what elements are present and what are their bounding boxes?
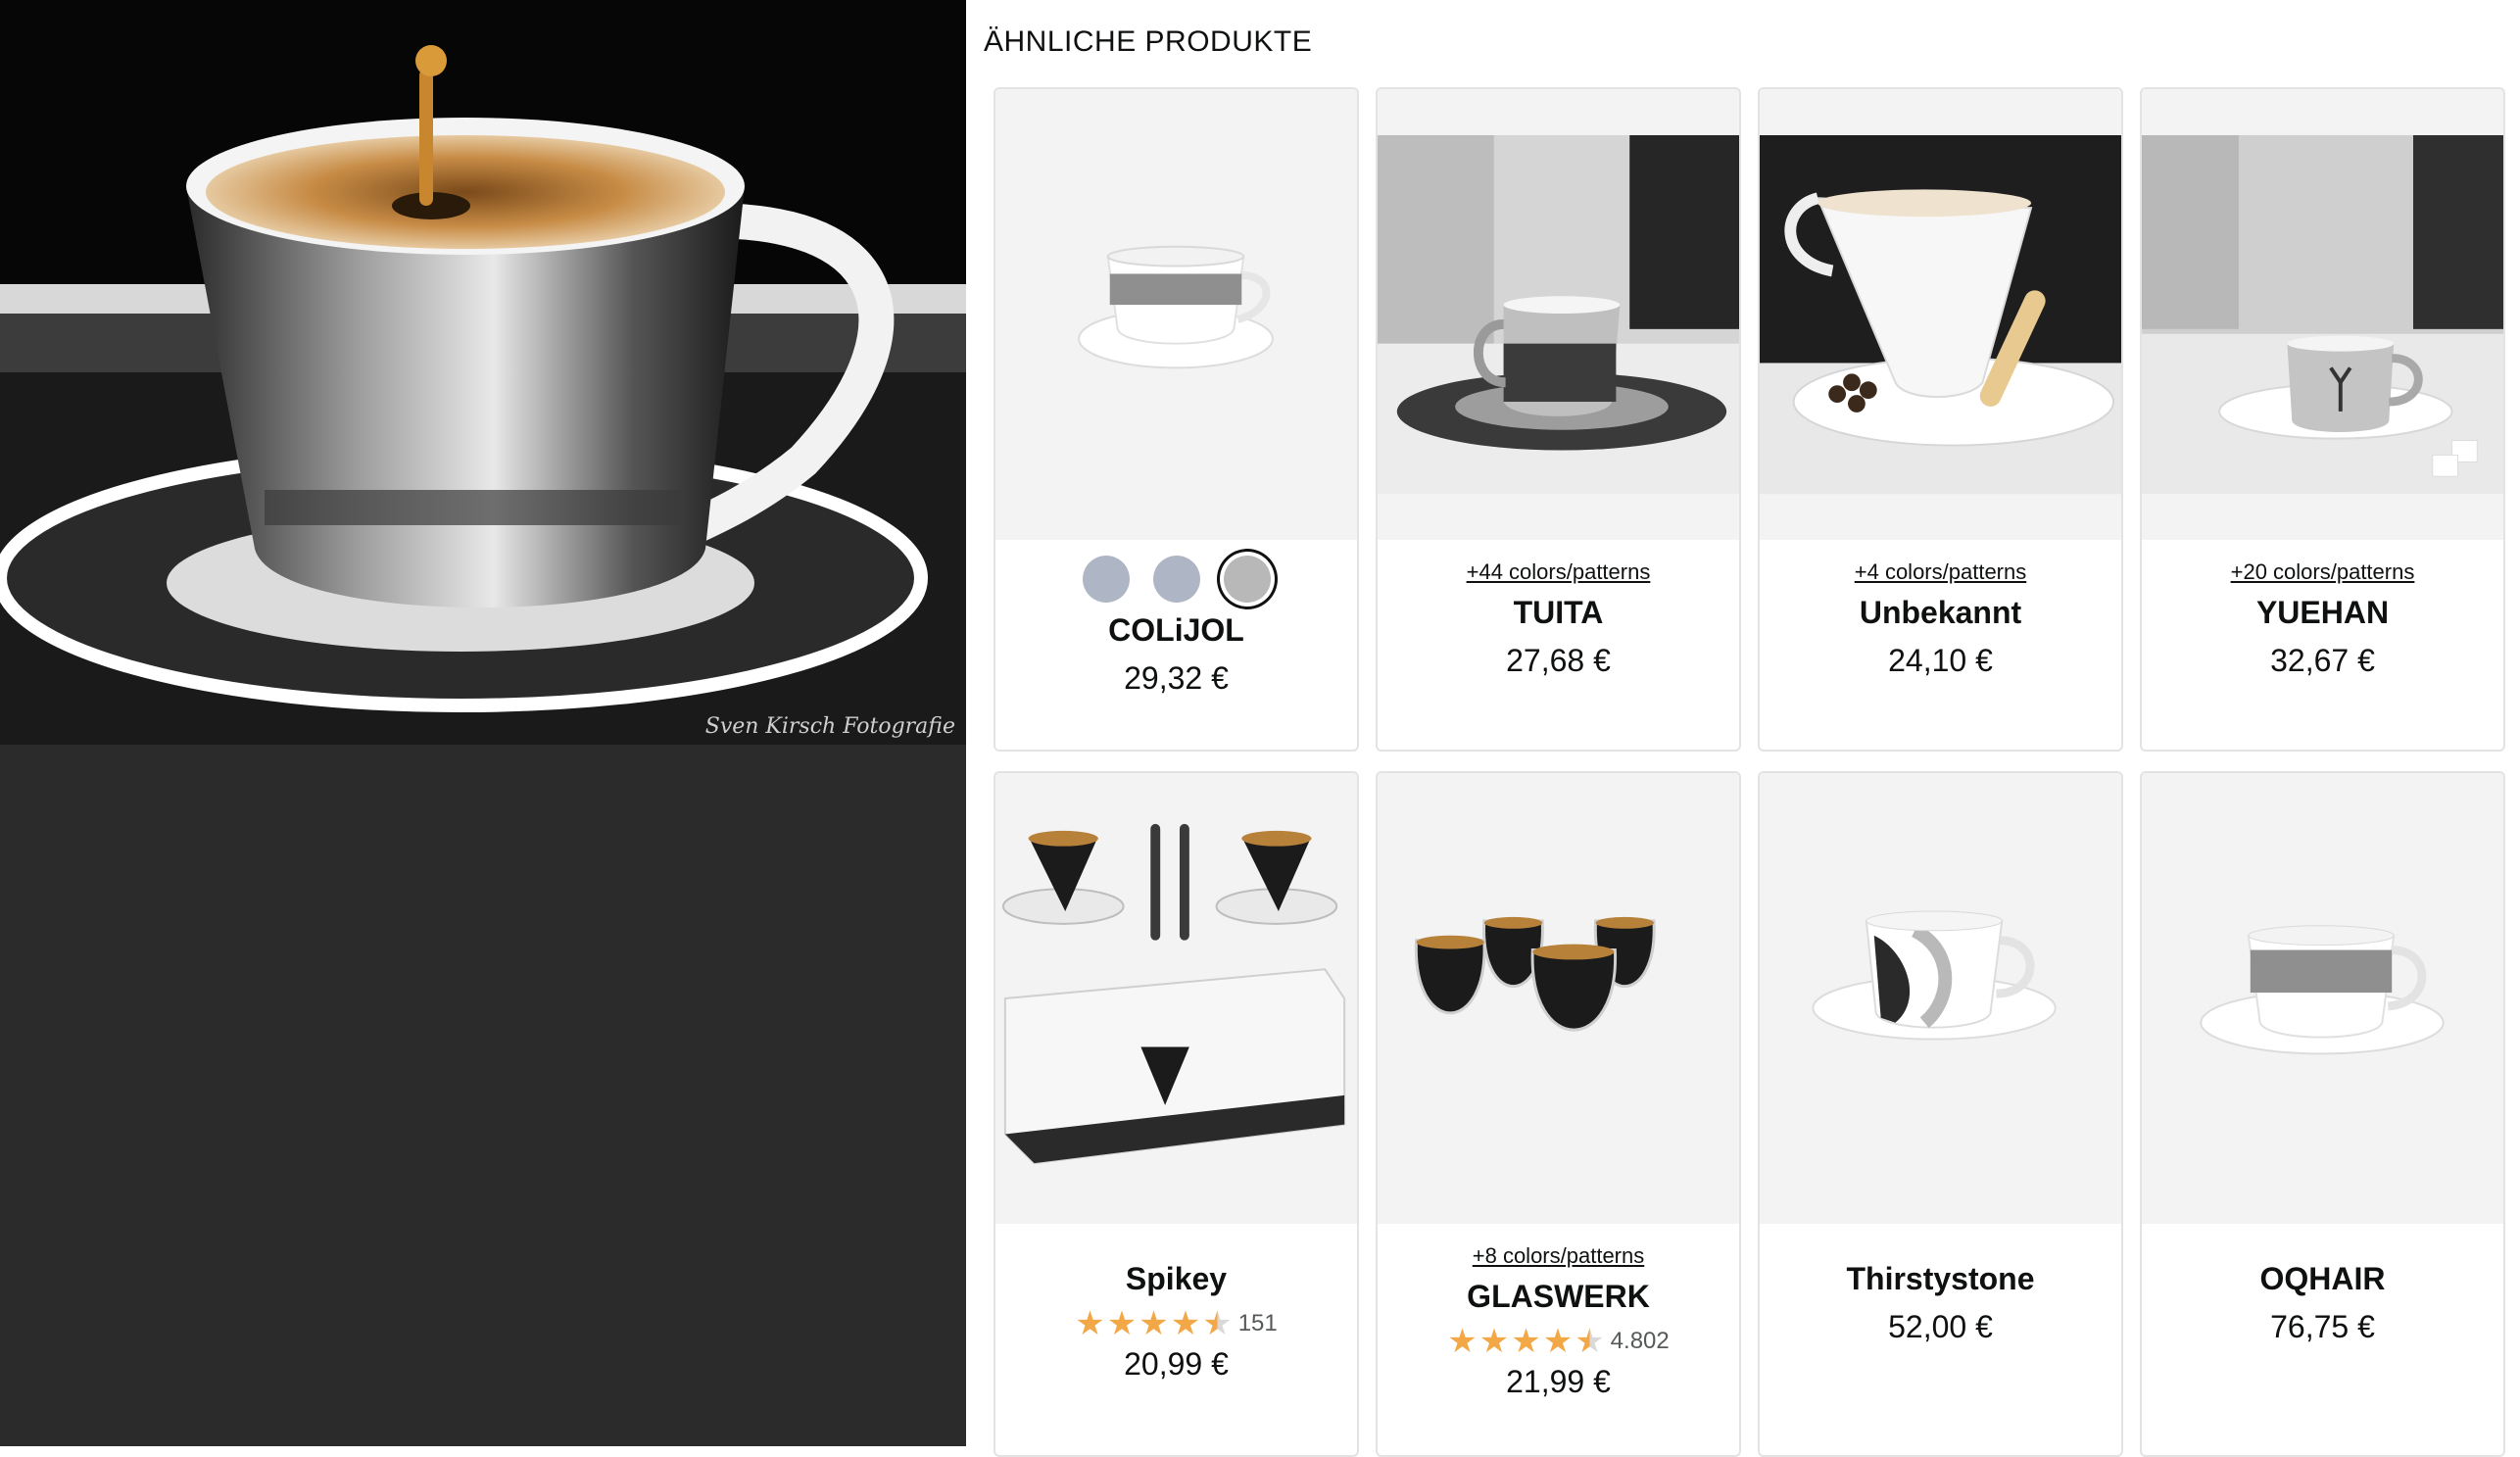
star-icon: ★ bbox=[1511, 1323, 1541, 1360]
swatch-2[interactable] bbox=[1152, 556, 1200, 603]
product-card-unbekannt[interactable]: +4 colors/patterns Unbekannt 24,10 € bbox=[1758, 87, 2123, 752]
star-icon: ★ bbox=[1478, 1323, 1510, 1360]
half-star-icon: ★ bbox=[1202, 1305, 1233, 1342]
product-brand[interactable]: GLASWERK bbox=[1378, 1279, 1739, 1315]
product-image[interactable] bbox=[1378, 773, 1739, 1224]
product-price: 24,10 € bbox=[1888, 643, 1993, 678]
star-icon: ★ bbox=[1106, 1305, 1138, 1342]
half-star-icon: ★ bbox=[1575, 1323, 1605, 1360]
swatch-3-selected[interactable] bbox=[1223, 556, 1271, 603]
product-image[interactable] bbox=[1760, 89, 2121, 540]
section-title: ÄHNLICHE PRODUKTE bbox=[984, 25, 1313, 58]
star-icon: ★ bbox=[1447, 1323, 1478, 1360]
review-count[interactable]: 151 bbox=[1238, 1310, 1278, 1337]
product-card-thirstystone[interactable]: Thirstystone 52,00 € bbox=[1758, 771, 2123, 1457]
product-brand[interactable]: OQHAIR bbox=[2142, 1261, 2503, 1297]
product-card-yuehan[interactable]: +20 colors/patterns YUEHAN 32,67 € bbox=[2140, 87, 2505, 752]
product-image[interactable] bbox=[1760, 773, 2121, 1224]
product-brand[interactable]: YUEHAN bbox=[2142, 595, 2503, 631]
product-card-tuita[interactable]: +44 colors/patterns TUITA 27,68 € bbox=[1376, 87, 1741, 752]
star-icon: ★ bbox=[1139, 1305, 1169, 1342]
product-brand[interactable]: Unbekannt bbox=[1760, 595, 2121, 631]
more-variants-link[interactable]: +44 colors/patterns bbox=[1378, 559, 1739, 585]
more-variants-link[interactable]: +8 colors/patterns bbox=[1378, 1243, 1739, 1269]
product-image[interactable] bbox=[1378, 89, 1739, 540]
star-icon: ★ bbox=[1170, 1305, 1201, 1342]
product-image[interactable] bbox=[995, 89, 1357, 540]
star-icon: ★ bbox=[1075, 1305, 1105, 1342]
product-brand[interactable]: COLiJOL bbox=[995, 612, 1357, 649]
watermark: Sven Kirsch Fotografie bbox=[705, 714, 955, 739]
product-card-colijol[interactable]: COLiJOL 29,32 € bbox=[993, 87, 1359, 752]
product-price: 27,68 € bbox=[1506, 643, 1611, 678]
hero-image: Sven Kirsch Fotografie bbox=[0, 0, 966, 745]
review-count[interactable]: 4.802 bbox=[1611, 1328, 1670, 1355]
product-price: 76,75 € bbox=[2270, 1309, 2375, 1344]
more-variants-link[interactable]: +4 colors/patterns bbox=[1760, 559, 2121, 585]
left-panel: Sven Kirsch Fotografie bbox=[0, 0, 966, 1446]
product-price: 29,32 € bbox=[1124, 660, 1229, 696]
product-brand[interactable]: Thirstystone bbox=[1760, 1261, 2121, 1297]
product-card-oqhair[interactable]: OQHAIR 76,75 € bbox=[2140, 771, 2505, 1457]
similar-products-section: ÄHNLICHE PRODUKTE COLiJOL 29,32 € +44 co… bbox=[966, 0, 2520, 1457]
product-price: 52,00 € bbox=[1888, 1309, 1993, 1344]
rating-stars[interactable]: ★ ★ ★ ★ ★ 4.802 bbox=[1447, 1325, 1669, 1358]
product-price: 32,67 € bbox=[2270, 643, 2375, 678]
product-image[interactable] bbox=[2142, 89, 2503, 540]
more-variants-link[interactable]: +20 colors/patterns bbox=[2142, 559, 2503, 585]
product-image[interactable] bbox=[995, 773, 1357, 1224]
product-price: 21,99 € bbox=[1506, 1364, 1611, 1399]
product-brand[interactable]: Spikey bbox=[995, 1261, 1357, 1297]
product-card-spikey[interactable]: Spikey ★ ★ ★ ★ ★ 151 20,99 € bbox=[993, 771, 1359, 1457]
color-swatches bbox=[995, 556, 1357, 603]
product-image[interactable] bbox=[2142, 773, 2503, 1224]
product-card-glaswerk[interactable]: +8 colors/patterns GLASWERK ★ ★ ★ ★ ★ 4.… bbox=[1376, 771, 1741, 1457]
star-icon: ★ bbox=[1542, 1323, 1574, 1360]
product-price: 20,99 € bbox=[1124, 1346, 1229, 1382]
rating-stars[interactable]: ★ ★ ★ ★ ★ 151 bbox=[1075, 1307, 1277, 1340]
swatch-1[interactable] bbox=[1082, 556, 1130, 603]
product-brand[interactable]: TUITA bbox=[1378, 595, 1739, 631]
